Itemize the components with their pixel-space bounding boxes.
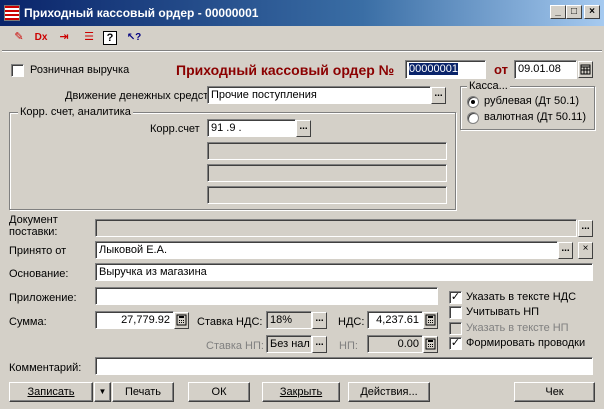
vat-in-text-checkbox[interactable]: ✓ <box>449 291 462 304</box>
save-button[interactable]: Записать <box>9 382 93 402</box>
minimize-button[interactable]: _ <box>550 5 566 19</box>
calendar-icon <box>580 64 591 75</box>
close-button-label: Закрыть <box>279 386 323 398</box>
sum-field[interactable]: 27,779.92 <box>95 311 174 329</box>
cash-flow-select-button[interactable]: ... <box>431 87 446 104</box>
np-calculator-button <box>423 336 438 353</box>
received-from-label: Принято от <box>9 245 67 257</box>
close-button[interactable]: Закрыть <box>262 382 340 402</box>
actions-button[interactable]: Действия... <box>348 382 430 402</box>
kassa-currency-label: валютная (Дт 50.11) <box>484 111 587 123</box>
kassa-ruble-radio[interactable] <box>467 96 479 108</box>
calculator-icon <box>425 338 436 350</box>
doc-supply-label: Документ поставки: <box>9 214 58 238</box>
vat-field[interactable]: 4,237.61 <box>367 311 423 329</box>
comment-field[interactable] <box>95 357 593 375</box>
vat-rate-field: 18% <box>266 311 312 329</box>
vat-label: НДС: <box>338 316 365 328</box>
cash-flow-field[interactable]: Прочие поступления <box>207 86 431 104</box>
toolbar: ✎ Dx ⇥ ☰ ? ↖? <box>0 26 604 50</box>
retail-checkbox[interactable] <box>11 64 24 77</box>
make-entries-checkbox[interactable]: ✓ <box>449 337 462 350</box>
np-rate-select-button[interactable]: ... <box>312 336 327 353</box>
account-label: Корр.счет <box>150 123 200 135</box>
calculator-icon <box>176 314 187 326</box>
kassa-group-title: Касса... <box>467 80 510 92</box>
save-dropdown-button[interactable]: ▼ <box>94 382 111 402</box>
receipt-button[interactable]: Чек <box>514 382 595 402</box>
radio-selected-dot <box>471 100 475 104</box>
retail-label: Розничная выручка <box>30 64 130 76</box>
vat-rate-label: Ставка НДС: <box>197 316 263 328</box>
kassa-ruble-label: рублевая (Дт 50.1) <box>484 95 580 107</box>
np-label: НП: <box>339 340 358 352</box>
account-np-checkbox[interactable] <box>449 306 462 319</box>
np-field: 0.00 <box>367 335 423 353</box>
comment-label: Комментарий: <box>9 362 82 374</box>
attachment-field[interactable] <box>95 287 438 305</box>
print-button[interactable]: Печать <box>112 382 174 402</box>
document-icon <box>4 5 20 21</box>
basis-field[interactable]: Выручка из магазина <box>95 263 593 281</box>
doc-lines-icon[interactable]: ☰ <box>80 29 98 47</box>
subconto-3-field <box>207 186 447 204</box>
calculator-icon <box>425 314 436 326</box>
doc-number-value: 00000001 <box>409 63 458 75</box>
received-from-select-button[interactable]: ... <box>558 242 573 259</box>
account-group-title: Корр. счет, аналитика <box>18 106 133 118</box>
clear-icon[interactable]: × <box>578 242 593 259</box>
subconto-1-field <box>207 142 447 160</box>
np-rate-field: Без нал <box>266 335 312 353</box>
pointer-help-icon[interactable]: ↖? <box>125 29 143 47</box>
doc-red-icon[interactable]: ✎ <box>10 29 28 47</box>
help-icon[interactable]: ? <box>103 31 117 45</box>
window-title: Приходный кассовый ордер - 00000001 <box>24 6 259 20</box>
sum-calculator-button[interactable] <box>174 312 189 329</box>
np-in-text-label: Указать в тексте НП <box>466 322 569 334</box>
close-window-button[interactable]: × <box>584 5 600 19</box>
document-title: Приходный кассовый ордер № <box>176 62 395 78</box>
account-select-button[interactable]: ... <box>296 120 311 137</box>
kassa-currency-radio[interactable] <box>467 112 479 124</box>
calendar-button[interactable] <box>578 61 593 78</box>
received-from-field[interactable]: Лыковой Е.А. <box>95 241 558 259</box>
vat-in-text-label: Указать в тексте НДС <box>466 291 577 303</box>
title-bar: Приходный кассовый ордер - 00000001 _ □ … <box>0 0 604 26</box>
account-field[interactable]: 91 .9 . <box>207 119 296 137</box>
kassa-group <box>460 86 595 130</box>
date-label: от <box>494 62 508 77</box>
doc-arrow-icon[interactable]: ⇥ <box>55 29 73 47</box>
date-field[interactable]: 09.01.08 <box>514 60 577 79</box>
doc-supply-field <box>95 219 577 237</box>
make-entries-label: Формировать проводки <box>466 337 586 349</box>
sum-label: Сумма: <box>9 316 47 328</box>
subconto-2-field <box>207 164 447 182</box>
cash-flow-label: Движение денежных средств <box>65 90 215 102</box>
vat-calculator-button[interactable] <box>423 312 438 329</box>
doc-supply-select-button[interactable]: ... <box>578 220 593 237</box>
np-rate-label: Ставка НП: <box>206 340 264 352</box>
save-button-label: Записать <box>27 386 75 398</box>
account-np-label: Учитывать НП <box>466 306 540 318</box>
toolbar-separator <box>2 50 602 52</box>
maximize-button[interactable]: □ <box>566 5 582 19</box>
vat-rate-select-button[interactable]: ... <box>312 312 327 329</box>
ok-button[interactable]: ОК <box>188 382 250 402</box>
np-in-text-checkbox <box>449 322 462 335</box>
doc-x-icon[interactable]: Dx <box>32 29 50 47</box>
doc-number-field[interactable]: 00000001 <box>405 60 486 79</box>
basis-label: Основание: <box>9 268 69 280</box>
attachment-label: Приложение: <box>9 292 77 304</box>
